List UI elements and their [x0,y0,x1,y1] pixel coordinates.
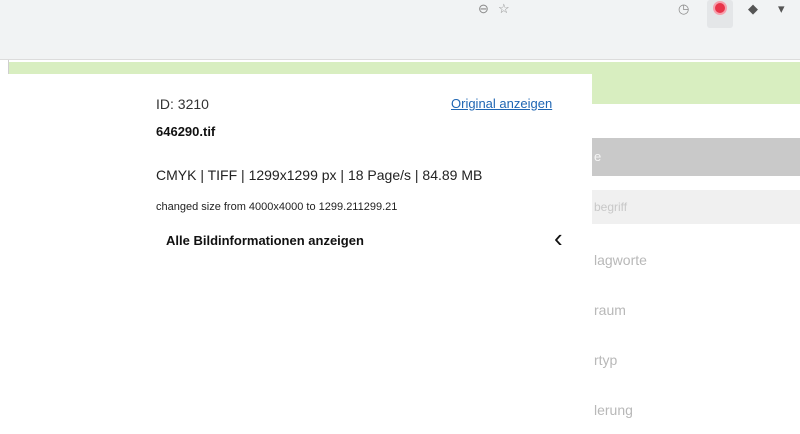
side-menu-item-type[interactable]: rtyp [594,352,617,368]
side-menu-item-sorting[interactable]: lerung [594,402,633,418]
show-all-image-info-button[interactable]: Alle Bildinformationen anzeigen [166,233,364,248]
side-menu-item-keywords[interactable]: lagworte [594,252,647,268]
browser-toolbar: ⊖ ☆ ◷ ◆ ▾ [0,0,800,60]
image-resize-note: changed size from 4000x4000 to 1299.2112… [156,201,398,213]
search-term-placeholder: begriff [594,200,628,214]
image-metadata: CMYK | TIFF | 1299x1299 px | 18 Page/s |… [156,167,483,183]
search-term-input[interactable]: begriff [592,190,800,224]
chevron-left-icon[interactable]: ‹ [554,224,563,252]
image-info-panel: ID: 3210 Original anzeigen 646290.tif CM… [8,74,592,434]
extension-red-icon[interactable] [707,0,733,28]
image-filename: 646290.tif [156,124,216,139]
history-icon[interactable]: ◷ [678,2,689,16]
profile-icon[interactable]: ▾ [778,2,785,16]
image-id: ID: 3210 [156,96,209,112]
side-menu-item-timeframe[interactable]: raum [594,302,626,318]
puzzle-icon[interactable]: ◆ [748,2,758,16]
bookmark-star-icon[interactable]: ☆ [498,2,510,16]
side-menu-active-label: e [594,149,602,164]
side-menu: e begriff lagworte raum rtyp lerung [592,104,800,434]
side-menu-active-item[interactable]: e [592,138,800,176]
zoom-icon[interactable]: ⊖ [478,2,489,16]
show-original-link[interactable]: Original anzeigen [451,96,552,111]
